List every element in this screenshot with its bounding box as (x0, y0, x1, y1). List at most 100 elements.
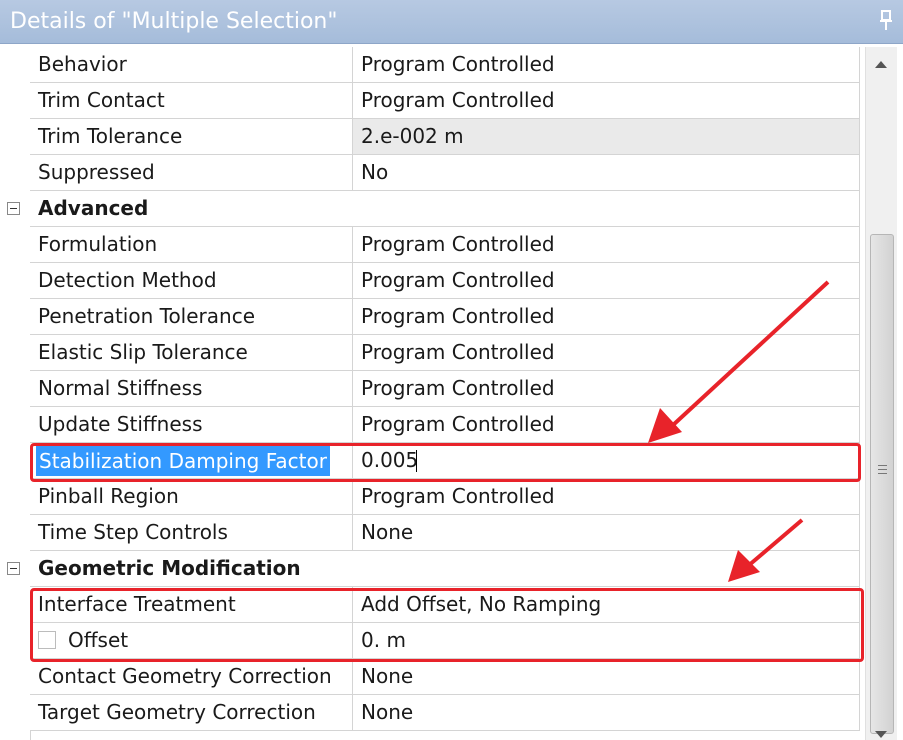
scroll-down-arrow-icon[interactable] (875, 731, 887, 738)
property-name-cell[interactable]: Penetration Tolerance (30, 299, 353, 335)
vertical-scrollbar[interactable] (865, 47, 897, 740)
property-row[interactable]: Elastic Slip Tolerance Program Controlled (0, 335, 860, 371)
property-value-text: Program Controlled (361, 88, 555, 112)
property-name-cell[interactable]: Detection Method (30, 263, 353, 299)
property-value-text: Program Controlled (361, 412, 555, 436)
property-name-cell[interactable]: Behavior (30, 47, 353, 83)
property-value-text: Program Controlled (361, 232, 555, 256)
property-name-cell[interactable]: Trim Contact (30, 83, 353, 119)
panel-titlebar: Details of "Multiple Selection" (0, 0, 903, 44)
property-name-label: Stabilization Damping Factor (36, 446, 330, 476)
property-row[interactable]: Update Stiffness Program Controlled (0, 407, 860, 443)
scroll-thumb[interactable] (870, 234, 894, 734)
grip-line (878, 465, 887, 466)
grip-line (878, 469, 887, 470)
property-name-cell[interactable]: Formulation (30, 227, 353, 263)
property-name-cell[interactable]: Pinball Region (30, 479, 353, 515)
scroll-up-arrow-icon[interactable] (875, 61, 887, 68)
group-header-label: Advanced (38, 196, 149, 220)
property-value-text: None (361, 520, 414, 544)
property-value-text: Program Controlled (361, 304, 555, 328)
property-value-text: No (361, 160, 389, 184)
details-property-grid: Behavior Program Controlled Trim Contact Pr… (0, 47, 860, 731)
property-row[interactable]: Trim Contact Program Controlled (0, 83, 860, 119)
parameter-checkbox[interactable] (38, 631, 56, 649)
property-value-text: Program Controlled (361, 268, 555, 292)
property-name-label: Time Step Controls (38, 520, 228, 544)
collapse-minus-icon[interactable] (7, 562, 20, 575)
property-value-text: 0.005 (361, 448, 419, 472)
collapse-minus-icon[interactable] (7, 202, 20, 215)
property-value-cell[interactable]: Program Controlled (353, 227, 860, 263)
property-name-label: Detection Method (38, 268, 217, 292)
property-name-label: Behavior (38, 52, 127, 76)
property-name-cell[interactable]: Offset (30, 623, 353, 659)
property-name-cell[interactable]: Target Geometry Correction (30, 695, 353, 731)
property-row[interactable]: Contact Geometry Correction None (0, 659, 860, 695)
property-name-label: Trim Contact (38, 88, 165, 112)
property-value-cell[interactable]: None (353, 695, 860, 731)
property-row[interactable]: Pinball Region Program Controlled (0, 479, 860, 515)
property-name-label: Penetration Tolerance (38, 304, 255, 328)
pin-icon[interactable] (879, 10, 893, 32)
property-value-text: None (361, 700, 414, 724)
property-value-cell[interactable]: Program Controlled (353, 299, 860, 335)
property-name-label: Update Stiffness (38, 412, 203, 436)
property-name-cell[interactable]: Interface Treatment (30, 587, 353, 623)
property-name-label: Formulation (38, 232, 158, 256)
property-value-cell[interactable]: Add Offset, No Ramping (353, 587, 860, 623)
property-row[interactable]: Trim Tolerance 2.e-002 m (0, 119, 860, 155)
property-value-cell[interactable]: 0. m (353, 623, 860, 659)
property-name-label: Elastic Slip Tolerance (38, 340, 248, 364)
property-row[interactable]: Stabilization Damping Factor 0.005 (0, 443, 860, 479)
property-row[interactable]: Time Step Controls None (0, 515, 860, 551)
property-name-cell[interactable]: Update Stiffness (30, 407, 353, 443)
property-name-label: Target Geometry Correction (38, 700, 316, 724)
property-value-cell[interactable]: None (353, 659, 860, 695)
property-row[interactable]: Penetration Tolerance Program Controlled (0, 299, 860, 335)
group-header-row[interactable]: Advanced (0, 191, 860, 227)
property-row[interactable]: Detection Method Program Controlled (0, 263, 860, 299)
property-name-cell[interactable]: Time Step Controls (30, 515, 353, 551)
property-value-cell[interactable]: Program Controlled (353, 47, 860, 83)
property-name-label: Normal Stiffness (38, 376, 203, 400)
property-name-label: Trim Tolerance (38, 124, 183, 148)
property-value-cell[interactable]: Program Controlled (353, 83, 860, 119)
property-name-label: Offset (68, 628, 129, 652)
property-row[interactable]: Offset 0. m (0, 623, 860, 659)
property-value-cell[interactable]: Program Controlled (353, 263, 860, 299)
panel-title: Details of "Multiple Selection" (10, 9, 338, 34)
property-name-cell[interactable]: Stabilization Damping Factor (30, 443, 353, 479)
property-row[interactable]: Behavior Program Controlled (0, 47, 860, 83)
property-name-label: Contact Geometry Correction (38, 664, 332, 688)
property-value-input[interactable]: 0.005 (353, 443, 860, 479)
property-value-cell[interactable]: Program Controlled (353, 371, 860, 407)
property-value-cell[interactable]: Program Controlled (353, 335, 860, 371)
property-row[interactable]: Formulation Program Controlled (0, 227, 860, 263)
property-row[interactable]: Suppressed No (0, 155, 860, 191)
property-name-label: Suppressed (38, 160, 155, 184)
property-row[interactable]: Target Geometry Correction None (0, 695, 860, 731)
property-name-cell[interactable]: Normal Stiffness (30, 371, 353, 407)
property-name-label: Pinball Region (38, 484, 179, 508)
property-value-text: Program Controlled (361, 340, 555, 364)
property-name-cell[interactable]: Trim Tolerance (30, 119, 353, 155)
property-name-cell[interactable]: Elastic Slip Tolerance (30, 335, 353, 371)
property-row[interactable]: Interface Treatment Add Offset, No Rampin… (0, 587, 860, 623)
property-row[interactable]: Normal Stiffness Program Controlled (0, 371, 860, 407)
property-value-text: 2.e-002 m (361, 124, 464, 148)
property-value-text: None (361, 664, 414, 688)
property-value-cell[interactable]: No (353, 155, 860, 191)
property-value-cell[interactable]: Program Controlled (353, 479, 860, 515)
property-name-cell[interactable]: Suppressed (30, 155, 353, 191)
property-value-text: Program Controlled (361, 52, 555, 76)
group-header-row[interactable]: Geometric Modification (0, 551, 860, 587)
property-value-cell[interactable]: 2.e-002 m (353, 119, 860, 155)
property-name-label: Interface Treatment (38, 592, 236, 616)
property-value-text: Program Controlled (361, 376, 555, 400)
property-value-cell[interactable]: Program Controlled (353, 407, 860, 443)
property-value-cell[interactable]: None (353, 515, 860, 551)
property-name-cell[interactable]: Contact Geometry Correction (30, 659, 353, 695)
group-header-cell[interactable]: Geometric Modification (30, 551, 860, 587)
group-header-cell[interactable]: Advanced (30, 191, 860, 227)
